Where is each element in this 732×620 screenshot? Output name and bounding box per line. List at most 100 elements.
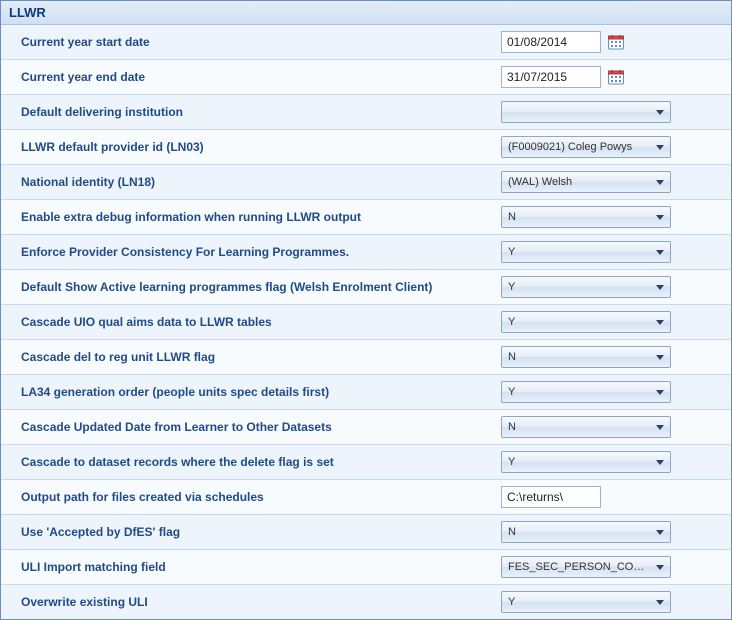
- dropdown[interactable]: Y: [501, 241, 671, 263]
- dropdown-value: (WAL) Welsh: [508, 176, 572, 188]
- setting-control: FES_SEC_PERSON_CODE: [501, 556, 723, 578]
- date-input[interactable]: [501, 31, 601, 53]
- select-wrap: FES_SEC_PERSON_CODE: [501, 556, 671, 578]
- dropdown-value: N: [508, 526, 516, 538]
- select-wrap: N: [501, 521, 671, 543]
- dropdown[interactable]: Y: [501, 451, 671, 473]
- chevron-down-icon: [656, 285, 664, 290]
- dropdown[interactable]: FES_SEC_PERSON_CODE: [501, 556, 671, 578]
- select-wrap: Y: [501, 276, 671, 298]
- select-wrap: (F0009021) Coleg Powys: [501, 136, 671, 158]
- setting-control: [501, 101, 723, 123]
- setting-row: Output path for files created via schedu…: [1, 480, 731, 515]
- select-wrap: Y: [501, 381, 671, 403]
- chevron-down-icon: [656, 565, 664, 570]
- setting-label: Cascade to dataset records where the del…: [21, 455, 501, 469]
- dropdown-value: Y: [508, 246, 515, 258]
- chevron-down-icon: [656, 110, 664, 115]
- setting-row: Enforce Provider Consistency For Learnin…: [1, 235, 731, 270]
- chevron-down-icon: [656, 530, 664, 535]
- setting-control: N: [501, 521, 723, 543]
- setting-control: N: [501, 346, 723, 368]
- setting-control: N: [501, 416, 723, 438]
- dropdown-value: (F0009021) Coleg Powys: [508, 141, 632, 153]
- dropdown[interactable]: [501, 101, 671, 123]
- select-wrap: Y: [501, 451, 671, 473]
- setting-row: Default delivering institution: [1, 95, 731, 130]
- setting-label: Output path for files created via schedu…: [21, 490, 501, 504]
- setting-control: (F0009021) Coleg Powys: [501, 136, 723, 158]
- dropdown[interactable]: N: [501, 206, 671, 228]
- setting-row: ULI Import matching fieldFES_SEC_PERSON_…: [1, 550, 731, 585]
- select-wrap: [501, 101, 671, 123]
- dropdown[interactable]: (F0009021) Coleg Powys: [501, 136, 671, 158]
- setting-row: Use 'Accepted by DfES' flag N: [1, 515, 731, 550]
- setting-label: Default delivering institution: [21, 105, 501, 119]
- setting-row: Current year start date: [1, 25, 731, 60]
- dropdown[interactable]: Y: [501, 276, 671, 298]
- setting-label: Cascade Updated Date from Learner to Oth…: [21, 420, 501, 434]
- setting-row: Enable extra debug information when runn…: [1, 200, 731, 235]
- chevron-down-icon: [656, 215, 664, 220]
- dropdown-value: FES_SEC_PERSON_CODE: [508, 561, 648, 573]
- setting-label: Current year start date: [21, 35, 501, 49]
- setting-control: [501, 31, 723, 53]
- setting-control: (WAL) Welsh: [501, 171, 723, 193]
- setting-row: Overwrite existing ULI Y: [1, 585, 731, 619]
- dropdown[interactable]: Y: [501, 381, 671, 403]
- chevron-down-icon: [656, 355, 664, 360]
- setting-label: Enforce Provider Consistency For Learnin…: [21, 245, 501, 259]
- settings-list: Current year start date Current year end …: [1, 25, 731, 619]
- setting-label: Overwrite existing ULI: [21, 595, 501, 609]
- llwr-panel: LLWR Current year start dateCurrent year…: [0, 0, 732, 620]
- panel-title: LLWR: [1, 1, 731, 25]
- setting-control: Y: [501, 276, 723, 298]
- setting-label: Use 'Accepted by DfES' flag: [21, 525, 501, 539]
- chevron-down-icon: [656, 425, 664, 430]
- setting-control: Y: [501, 311, 723, 333]
- chevron-down-icon: [656, 460, 664, 465]
- dropdown-value: Y: [508, 316, 515, 328]
- dropdown[interactable]: N: [501, 416, 671, 438]
- chevron-down-icon: [656, 250, 664, 255]
- dropdown-value: Y: [508, 456, 515, 468]
- setting-row: LLWR default provider id (LN03) (F0009021…: [1, 130, 731, 165]
- dropdown-value: Y: [508, 281, 515, 293]
- setting-label: LLWR default provider id (LN03): [21, 140, 501, 154]
- setting-label: National identity (LN18): [21, 175, 501, 189]
- setting-row: Cascade UIO qual aims data to LLWR table…: [1, 305, 731, 340]
- dropdown[interactable]: N: [501, 346, 671, 368]
- dropdown[interactable]: (WAL) Welsh: [501, 171, 671, 193]
- setting-row: Cascade Updated Date from Learner to Oth…: [1, 410, 731, 445]
- calendar-icon[interactable]: [607, 33, 625, 51]
- setting-row: Current year end date: [1, 60, 731, 95]
- select-wrap: N: [501, 416, 671, 438]
- chevron-down-icon: [656, 320, 664, 325]
- setting-row: Cascade del to reg unit LLWR flagN: [1, 340, 731, 375]
- setting-control: Y: [501, 241, 723, 263]
- setting-row: National identity (LN18) (WAL) Welsh: [1, 165, 731, 200]
- setting-row: Default Show Active learning programmes …: [1, 270, 731, 305]
- setting-label: LA34 generation order (people units spec…: [21, 385, 501, 399]
- text-input[interactable]: [501, 486, 601, 508]
- dropdown[interactable]: N: [501, 521, 671, 543]
- setting-row: Cascade to dataset records where the del…: [1, 445, 731, 480]
- dropdown-value: N: [508, 351, 516, 363]
- date-input[interactable]: [501, 66, 601, 88]
- dropdown[interactable]: Y: [501, 311, 671, 333]
- setting-row: LA34 generation order (people units spec…: [1, 375, 731, 410]
- setting-label: Cascade UIO qual aims data to LLWR table…: [21, 315, 501, 329]
- setting-control: Y: [501, 381, 723, 403]
- setting-control: N: [501, 206, 723, 228]
- calendar-icon[interactable]: [607, 68, 625, 86]
- setting-label: Current year end date: [21, 70, 501, 84]
- select-wrap: N: [501, 346, 671, 368]
- dropdown-value: N: [508, 421, 516, 433]
- setting-control: [501, 66, 723, 88]
- chevron-down-icon: [656, 145, 664, 150]
- select-wrap: Y: [501, 591, 671, 613]
- dropdown-value: N: [508, 211, 516, 223]
- setting-control: Y: [501, 451, 723, 473]
- dropdown-value: Y: [508, 596, 515, 608]
- dropdown[interactable]: Y: [501, 591, 671, 613]
